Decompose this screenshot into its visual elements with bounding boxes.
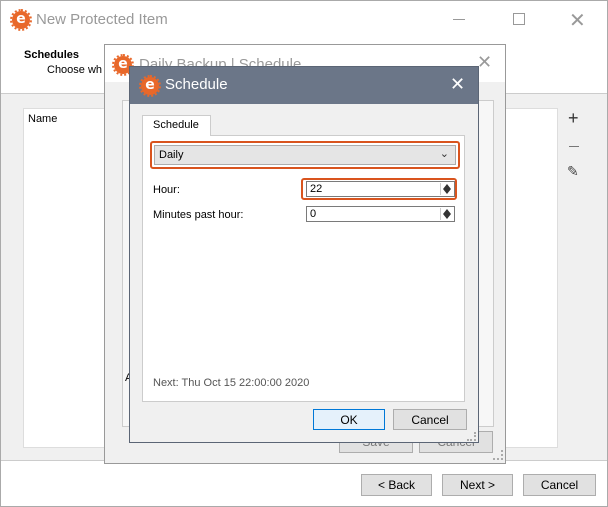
chevron-down-icon: ⌄ (439, 147, 449, 160)
remove-icon[interactable] (569, 146, 579, 147)
tab-panel: Daily ⌄ Hour: 22 Minutes past hour: 0 Ne… (142, 135, 465, 402)
close-icon[interactable]: ✕ (450, 74, 465, 95)
tab-label: Schedule (153, 119, 199, 131)
dialog-titlebar: e Schedule ✕ (130, 67, 478, 104)
edit-icon[interactable]: ✎ (567, 164, 579, 180)
dialog-cancel-button[interactable]: Cancel (393, 409, 467, 430)
hour-value: 22 (310, 183, 323, 195)
minimize-icon[interactable] (453, 19, 465, 20)
back-button[interactable]: < Back (361, 474, 432, 496)
next-run-text: Next: Thu Oct 15 22:00:00 2020 (153, 377, 310, 389)
app-logo-icon: e (139, 75, 161, 97)
maximize-icon[interactable] (513, 13, 525, 25)
schedule-dialog: e Schedule ✕ Schedule Daily ⌄ Hour: 22 M… (129, 66, 479, 443)
resize-grip-icon[interactable] (493, 450, 503, 460)
add-icon[interactable]: + (568, 108, 579, 129)
ok-button[interactable]: OK (313, 409, 385, 430)
header-title: Schedules (24, 49, 80, 61)
cancel-button[interactable]: Cancel (523, 474, 596, 496)
close-icon[interactable]: ✕ (569, 8, 586, 32)
app-logo-icon: e (10, 9, 32, 31)
resize-grip-icon[interactable] (467, 432, 476, 441)
hour-label: Hour: (153, 184, 180, 196)
hour-spin-icon[interactable] (440, 183, 453, 195)
close-icon[interactable]: ✕ (477, 52, 492, 73)
dialog-title: Schedule (165, 76, 228, 93)
frequency-select[interactable]: Daily ⌄ (154, 145, 456, 165)
next-button[interactable]: Next > (442, 474, 513, 496)
minutes-value: 0 (310, 208, 317, 220)
window-title: New Protected Item (36, 11, 168, 28)
minutes-label: Minutes past hour: (153, 209, 244, 221)
header-subtitle: Choose wh (47, 64, 103, 76)
frequency-value: Daily (159, 149, 184, 161)
list-column-header[interactable]: Name (28, 113, 57, 125)
tab-schedule[interactable]: Schedule (142, 115, 211, 136)
hour-stepper[interactable]: 22 (306, 181, 455, 197)
minutes-stepper[interactable]: 0 (306, 206, 455, 222)
minutes-spin-icon[interactable] (440, 208, 453, 220)
